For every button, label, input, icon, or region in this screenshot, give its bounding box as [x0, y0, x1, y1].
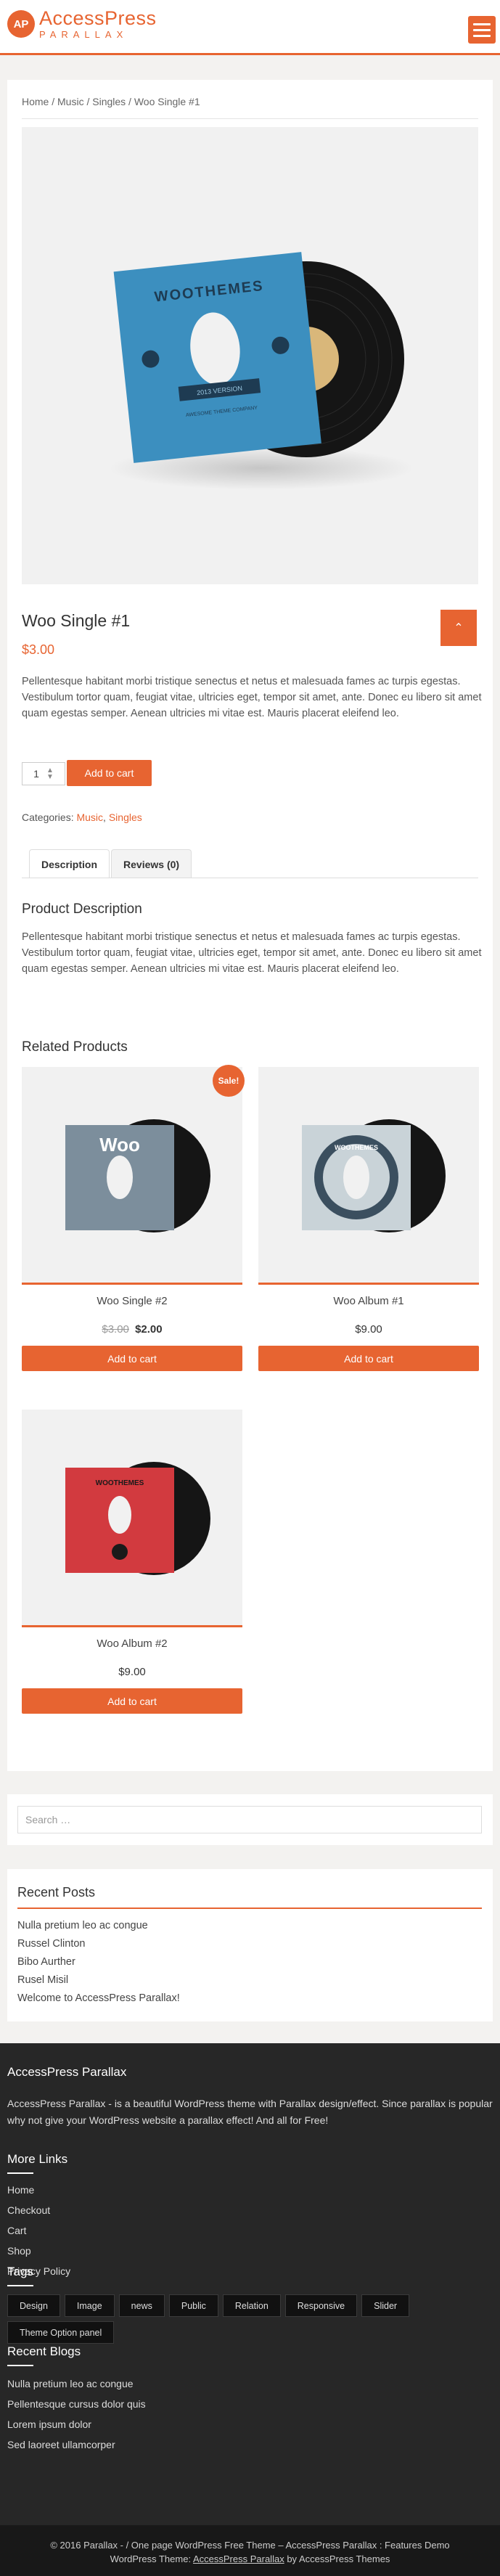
- footer-tags-title: Tags: [7, 2265, 33, 2278]
- footer-more-links-title: More Links: [7, 2152, 68, 2166]
- footer-blog-link[interactable]: Nulla pretium leo ac congue: [7, 2373, 146, 2394]
- hamburger-menu-icon[interactable]: [468, 16, 496, 44]
- category-separator: ,: [103, 811, 106, 823]
- search-widget: [7, 1794, 493, 1845]
- recent-posts-widget: Recent Posts Nulla pretium leo ac congue…: [7, 1869, 493, 2021]
- product-image[interactable]: WOOTHEMES 2013 VERSION AWESOME THEME COM…: [22, 127, 478, 584]
- tag-image[interactable]: Image: [64, 2294, 115, 2317]
- breadcrumb[interactable]: Home / Music / Singles / Woo Single #1: [22, 96, 200, 107]
- footer-blog-link[interactable]: Sed laoreet ullamcorper: [7, 2434, 146, 2455]
- tag-responsive[interactable]: Responsive: [284, 2294, 358, 2317]
- scroll-to-top-button[interactable]: ⌃: [440, 610, 477, 646]
- related-product-image[interactable]: Woo Sale!: [22, 1065, 245, 1285]
- tag-cloud: Design Image news Public Relation Respon…: [7, 2294, 493, 2344]
- site-logo[interactable]: AP AccessPress PARALLAX: [7, 9, 157, 39]
- related-product-name[interactable]: Woo Album #1: [258, 1295, 479, 1307]
- product-title: Woo Single #1: [22, 611, 131, 630]
- tag-relation[interactable]: Relation: [222, 2294, 281, 2317]
- related-product-price: $9.00: [118, 1666, 146, 1678]
- tag-slider[interactable]: Slider: [361, 2294, 410, 2317]
- recent-posts-divider: [17, 1908, 482, 1909]
- theme-credit-suffix: by AccessPress Themes: [287, 2553, 390, 2564]
- logo-subtitle: PARALLAX: [39, 29, 128, 40]
- copyright-text: © 2016 Parallax - / One page WordPress F…: [50, 2540, 450, 2551]
- vinyl-record-illustration: WOOTHEMES 2013 VERSION AWESOME THEME COM…: [109, 252, 414, 490]
- recent-post-link[interactable]: Rusel Misil: [17, 1971, 180, 1990]
- related-product-woo-album-1: WOOTHEMES Woo Album #1 $9.00 Add to cart: [258, 1067, 479, 1371]
- related-product-woo-album-2: WOOTHEMES Woo Album #2 $9.00 Add to cart: [22, 1410, 242, 1714]
- footer-link-home[interactable]: Home: [7, 2180, 70, 2200]
- quantity-value: 1: [33, 768, 39, 780]
- recent-post-link[interactable]: Nulla pretium leo ac congue: [17, 1917, 180, 1935]
- svg-text:WOOTHEMES: WOOTHEMES: [335, 1144, 378, 1151]
- copyright-bar: © 2016 Parallax - / One page WordPress F…: [0, 2525, 500, 2576]
- chevron-up-icon: ⌃: [454, 622, 464, 634]
- logo-title: AccessPress: [39, 7, 157, 29]
- footer-heading-underline: [7, 2365, 33, 2366]
- footer-blog-link[interactable]: Lorem ipsum dolor: [7, 2414, 146, 2434]
- add-to-cart-button[interactable]: Add to cart: [22, 1346, 242, 1371]
- footer-heading-underline: [7, 2172, 33, 2174]
- related-product-woo-single-2: Woo Sale! Woo Single #2 $3.00 $2.00 Add …: [22, 1065, 245, 1371]
- categories-label: Categories:: [22, 811, 74, 823]
- theme-credit-prefix: WordPress Theme:: [110, 2553, 192, 2564]
- breadcrumb-divider: [22, 118, 478, 119]
- product-short-description: Pellentesque habitant morbi tristique se…: [22, 676, 482, 719]
- theme-credit: WordPress Theme: AccessPress Parallax by…: [0, 2552, 500, 2566]
- tag-theme-option-panel[interactable]: Theme Option panel: [7, 2321, 115, 2344]
- footer-link-cart[interactable]: Cart: [7, 2220, 70, 2241]
- add-to-cart-button[interactable]: Add to cart: [22, 1688, 242, 1714]
- sale-price: $2.00: [135, 1323, 163, 1336]
- description-heading: Product Description: [22, 901, 142, 917]
- category-link-singles[interactable]: Singles: [109, 811, 142, 823]
- description-body: Pellentesque habitant morbi tristique se…: [22, 931, 482, 975]
- tab-description[interactable]: Description: [29, 849, 110, 878]
- search-input[interactable]: [17, 1806, 482, 1833]
- recent-post-link[interactable]: Welcome to AccessPress Parallax!: [17, 1990, 180, 2008]
- product-price: $3.00: [22, 642, 55, 657]
- footer-blogs-list: Nulla pretium leo ac congue Pellentesque…: [7, 2373, 146, 2455]
- tag-news[interactable]: news: [118, 2294, 165, 2317]
- svg-text:Woo: Woo: [99, 1134, 140, 1156]
- footer-heading-underline: [7, 2285, 33, 2286]
- tag-design[interactable]: Design: [7, 2294, 60, 2317]
- footer-about-title: AccessPress Parallax: [7, 2065, 127, 2079]
- old-price: $3.00: [102, 1323, 129, 1336]
- footer-about-text: AccessPress Parallax - is a beautiful Wo…: [7, 2098, 493, 2126]
- site-header: AP AccessPress PARALLAX: [0, 0, 500, 55]
- footer-recent-blogs-title: Recent Blogs: [7, 2344, 81, 2358]
- recent-post-link[interactable]: Bibo Aurther: [17, 1953, 180, 1971]
- footer-link-shop[interactable]: Shop: [7, 2241, 70, 2261]
- site-footer: AccessPress Parallax AccessPress Paralla…: [0, 2043, 500, 2525]
- quantity-stepper-icon[interactable]: ▲ ▼: [46, 767, 54, 781]
- related-product-name[interactable]: Woo Album #2: [22, 1637, 242, 1650]
- logo-badge: AP: [7, 10, 35, 38]
- footer-link-checkout[interactable]: Checkout: [7, 2200, 70, 2220]
- related-product-name[interactable]: Woo Single #2: [22, 1295, 242, 1307]
- related-products-heading: Related Products: [22, 1039, 128, 1055]
- tag-public[interactable]: Public: [168, 2294, 218, 2317]
- recent-post-link[interactable]: Russel Clinton: [17, 1935, 180, 1953]
- add-to-cart-button[interactable]: Add to cart: [67, 760, 152, 786]
- sale-badge: Sale!: [213, 1065, 245, 1097]
- related-product-image[interactable]: WOOTHEMES: [258, 1067, 479, 1285]
- recent-posts-list: Nulla pretium leo ac congue Russel Clint…: [17, 1917, 180, 2008]
- add-to-cart-button[interactable]: Add to cart: [258, 1346, 479, 1371]
- related-product-image[interactable]: WOOTHEMES: [22, 1410, 242, 1627]
- svg-text:WOOTHEMES: WOOTHEMES: [96, 1479, 144, 1487]
- footer-blog-link[interactable]: Pellentesque cursus dolor quis: [7, 2394, 146, 2414]
- related-product-price: $9.00: [355, 1323, 382, 1336]
- product-card: Home / Music / Singles / Woo Single #1 W…: [7, 80, 493, 1771]
- category-link-music[interactable]: Music: [76, 811, 103, 823]
- related-product-price: $3.00 $2.00: [22, 1323, 242, 1336]
- theme-credit-link[interactable]: AccessPress Parallax: [193, 2553, 284, 2564]
- product-categories: Categories: Music, Singles: [22, 811, 142, 823]
- recent-posts-title: Recent Posts: [17, 1885, 96, 1900]
- quantity-input[interactable]: 1 ▲ ▼: [22, 762, 65, 785]
- product-tabs: Description Reviews (0): [29, 849, 193, 878]
- tab-reviews[interactable]: Reviews (0): [111, 849, 192, 878]
